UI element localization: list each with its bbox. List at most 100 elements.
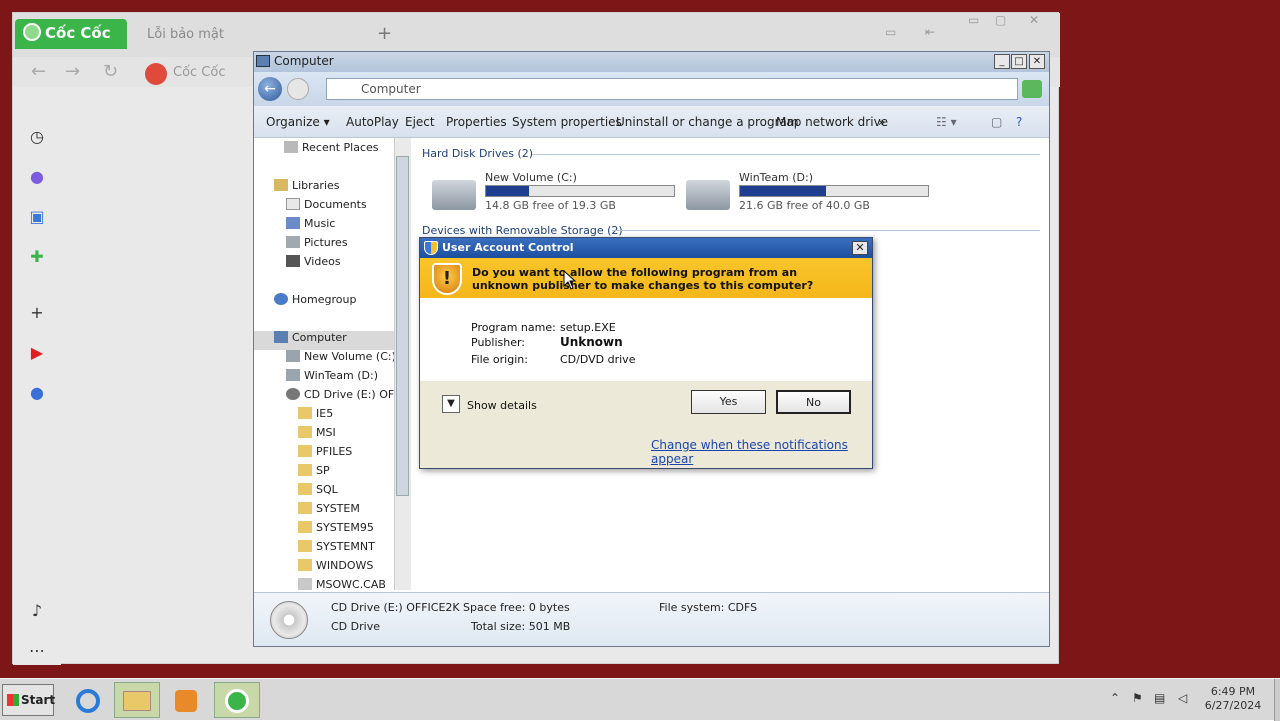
games-icon[interactable]: ✚ — [27, 247, 47, 267]
taskbar-media-player[interactable] — [164, 682, 208, 718]
restore-button[interactable]: ▢ — [995, 13, 1006, 27]
add-icon[interactable]: + — [27, 303, 47, 323]
computer-nav-icon — [274, 331, 288, 343]
preview-pane-icon[interactable]: ▢ — [991, 115, 1002, 129]
explorer-minimize-button[interactable]: _ — [994, 54, 1010, 69]
back-arrow-icon[interactable]: ⇤ — [925, 25, 935, 39]
taskbar-coccoc[interactable] — [214, 682, 260, 718]
hard-drive-icon — [432, 180, 476, 210]
uac-dialog: User Account Control ✕ ! Do you want to … — [419, 237, 873, 469]
group-hard-disk-drives[interactable]: Hard Disk Drives (2) — [422, 147, 533, 160]
taskbar: Start ⌃ ⚑ ▤ ◁ 6:49 PM 6/27/2024 — [0, 678, 1280, 721]
folder-icon — [298, 407, 312, 419]
folder-icon — [298, 464, 312, 476]
nav-folder-label: PFILES — [316, 445, 353, 458]
uac-close-button[interactable]: ✕ — [852, 241, 868, 255]
facebook-icon[interactable]: ● — [27, 383, 47, 403]
start-button[interactable]: Start — [2, 684, 55, 716]
nav-computer[interactable]: Computer — [254, 331, 394, 350]
network-icon[interactable]: ▤ — [1154, 691, 1170, 705]
map-network-drive-button[interactable]: Map network drive — [776, 115, 888, 129]
taskbar-explorer[interactable] — [114, 682, 160, 718]
organize-button[interactable]: Organize ▾ — [266, 115, 330, 129]
volume-icon[interactable]: ◁ — [1178, 691, 1194, 705]
reload-button[interactable]: ↻ — [103, 61, 118, 82]
no-button[interactable]: No — [776, 390, 851, 414]
tab-security-error[interactable]: Lỗi bảo mật — [137, 23, 257, 47]
show-details-label[interactable]: Show details — [467, 399, 537, 412]
notes-icon[interactable]: ▣ — [27, 207, 47, 227]
folder-icon — [298, 521, 312, 533]
nav-documents-label: Documents — [304, 198, 367, 211]
cd-disc-icon — [270, 601, 308, 639]
system-properties-button[interactable]: System properties — [512, 115, 622, 129]
drive-c-usage-bar — [485, 185, 675, 197]
more-icon[interactable]: ⋯ — [27, 641, 47, 661]
clock[interactable]: 6:49 PM 6/27/2024 — [1196, 685, 1270, 713]
bell-icon[interactable]: ♪ — [27, 601, 47, 621]
coccoc-icon — [225, 689, 249, 713]
folder-icon — [298, 559, 312, 571]
taskbar-ie[interactable] — [66, 682, 110, 718]
libraries-icon — [274, 179, 288, 191]
explorer-forward-button[interactable] — [287, 78, 309, 100]
autoplay-button[interactable]: AutoPlay — [346, 115, 399, 129]
explorer-address-text: Computer — [361, 82, 421, 96]
show-desktop-button[interactable] — [1274, 679, 1280, 721]
group-removable-storage[interactable]: Devices with Removable Storage (2) — [422, 224, 623, 237]
drive-c-name[interactable]: New Volume (C:) — [485, 171, 577, 184]
nav-drive-c-label: New Volume (C:) — [304, 350, 396, 363]
eject-button[interactable]: Eject — [405, 115, 435, 129]
explorer-address-box[interactable]: Computer — [326, 78, 1018, 100]
new-tab-button[interactable]: + — [377, 23, 392, 44]
more-toolbar-button[interactable]: » — [878, 115, 885, 129]
drive-d-name[interactable]: WinTeam (D:) — [739, 171, 813, 184]
nav-recent-places-label: Recent Places — [302, 141, 379, 154]
status-space-free: Space free: 0 bytes — [463, 601, 570, 614]
back-button[interactable]: ← — [31, 61, 46, 82]
group-divider — [612, 230, 1040, 231]
close-button[interactable]: ✕ — [1029, 13, 1039, 27]
hard-drive-icon — [686, 180, 730, 210]
explorer-back-button[interactable]: ← — [258, 77, 282, 101]
messenger-icon[interactable]: ● — [27, 167, 47, 187]
clock-date: 6/27/2024 — [1204, 699, 1262, 712]
browser-sidebar: ◷ ● ▣ ✚ + ▶ ● ♪ ⋯ — [13, 87, 61, 665]
nav-libraries[interactable]: Libraries — [274, 179, 414, 198]
navigation-pane: Recent Places Libraries Documents Music … — [254, 138, 414, 591]
show-details-toggle[interactable]: ▼ — [442, 395, 460, 413]
address-bar-text[interactable]: Cốc Cốc — [173, 65, 226, 80]
computer-icon — [256, 55, 270, 67]
show-hidden-icons[interactable]: ⌃ — [1110, 691, 1126, 705]
folder-icon — [298, 445, 312, 457]
help-icon[interactable]: ? — [1016, 115, 1022, 129]
youtube-icon[interactable]: ▶ — [27, 343, 47, 363]
history-icon[interactable]: ◷ — [27, 127, 47, 147]
action-center-icon[interactable]: ⚑ — [1132, 691, 1148, 705]
nav-scroll-thumb[interactable] — [396, 156, 409, 496]
explorer-icon — [123, 691, 151, 711]
drive-c-icon — [286, 350, 300, 362]
notification-settings-link[interactable]: Change when these notifications appear — [651, 438, 872, 466]
cast-icon[interactable]: ▭ — [885, 25, 896, 39]
refresh-icon[interactable] — [1022, 80, 1042, 98]
nav-folder-label: IE5 — [316, 407, 334, 420]
minimize-button[interactable]: ▭ — [968, 13, 979, 27]
tab-coccoc[interactable]: Cốc Cốc — [15, 19, 127, 49]
forward-button[interactable]: → — [65, 61, 80, 82]
view-icon[interactable]: ☷ ▾ — [936, 115, 957, 129]
nav-folder-label: SYSTEM95 — [316, 521, 374, 534]
explorer-toolbar: Organize ▾ AutoPlay Eject Properties Sys… — [254, 106, 1049, 138]
publisher-label: Publisher: — [471, 336, 526, 349]
explorer-close-button[interactable]: ✕ — [1029, 54, 1045, 69]
yes-button[interactable]: Yes — [691, 390, 766, 414]
cab-file-icon — [298, 578, 312, 590]
uninstall-button[interactable]: Uninstall or change a program — [616, 115, 799, 129]
properties-button[interactable]: Properties — [446, 115, 507, 129]
music-icon — [286, 217, 300, 229]
drive-c-usage-fill — [486, 186, 530, 196]
nav-homegroup[interactable]: Homegroup — [274, 293, 414, 312]
explorer-maximize-button[interactable]: □ — [1011, 54, 1027, 69]
publisher-value: Unknown — [560, 335, 623, 349]
program-name-value: setup.EXE — [560, 321, 616, 334]
